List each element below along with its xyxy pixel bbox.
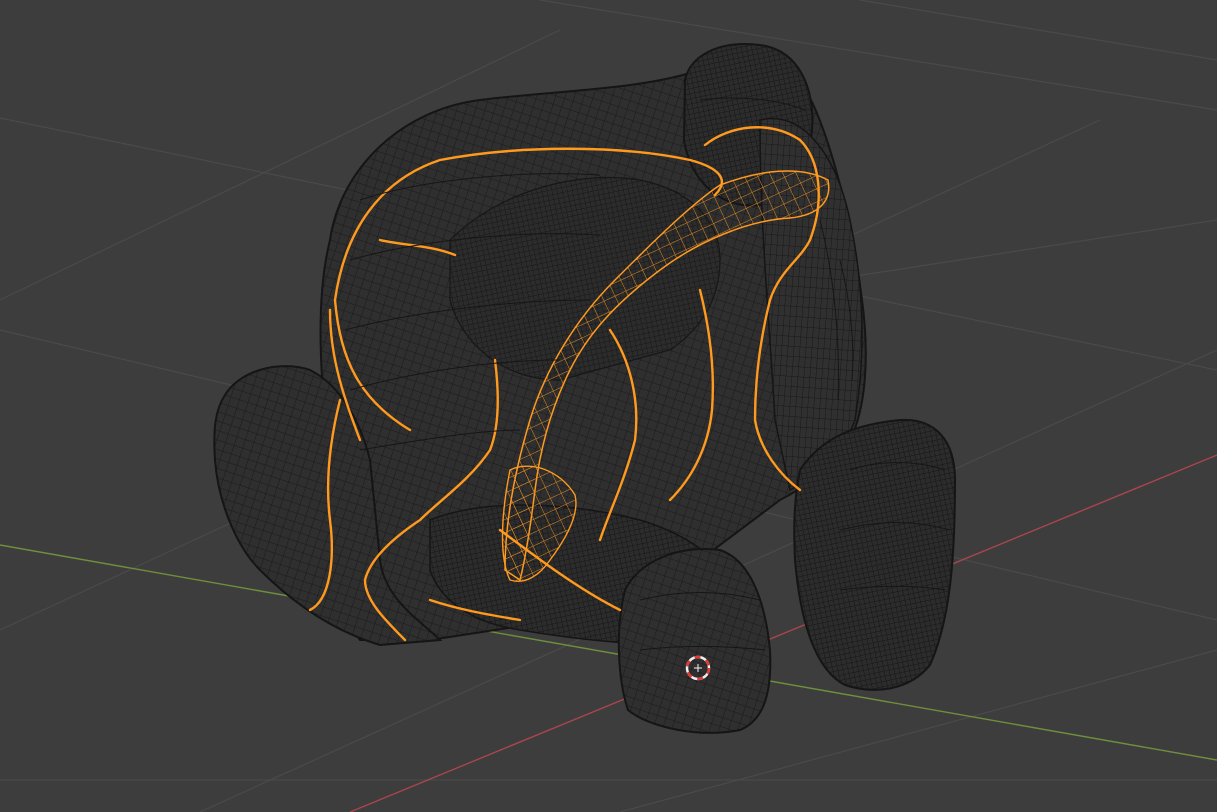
3d-viewport[interactable]: [0, 0, 1217, 812]
mesh-right-foot[interactable]: [793, 418, 957, 691]
mesh-object[interactable]: [213, 43, 957, 734]
viewport-canvas[interactable]: [0, 0, 1217, 812]
mesh-front-hand[interactable]: [617, 548, 772, 734]
